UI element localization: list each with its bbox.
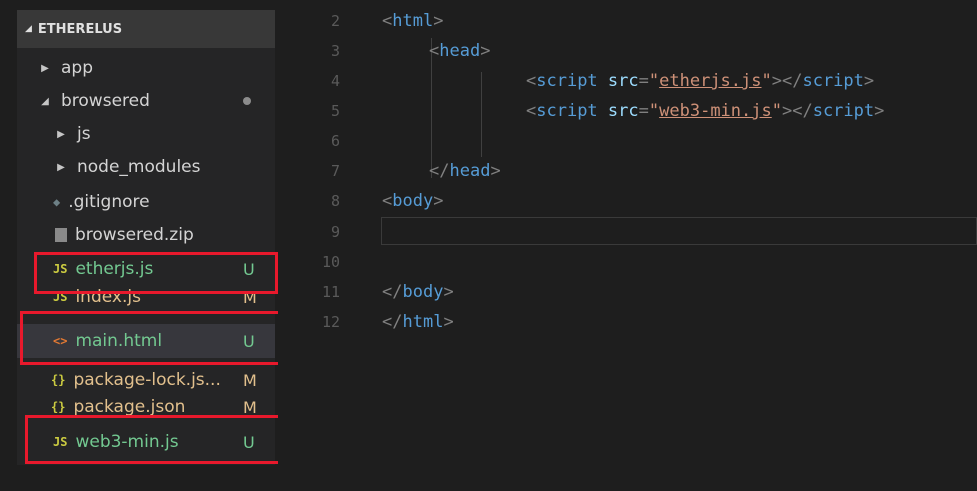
line-number: 10 (321, 253, 340, 271)
zip-icon (55, 228, 67, 242)
tree-item-label: js (77, 124, 91, 144)
code-editor[interactable]: 2 <html> 3 <head> 4 <script src="etherjs… (278, 0, 977, 491)
js-file-icon: JS (53, 435, 68, 449)
line-number: 7 (330, 162, 340, 180)
git-status-badge: U (243, 432, 255, 452)
tree-item-browsered[interactable]: ◢ browsered (17, 84, 275, 118)
code-line[interactable]: 3 <head> (278, 36, 977, 66)
line-number: 4 (330, 72, 340, 90)
html-file-icon: <> (53, 334, 68, 348)
explorer-root-header[interactable]: ◢ ETHERELUS (17, 10, 275, 48)
tree-item-index-js[interactable]: JS index.js M (17, 286, 275, 308)
modified-dot-icon (243, 97, 251, 105)
tree-item-app[interactable]: ▶ app (17, 51, 275, 85)
line-number: 5 (330, 102, 340, 120)
git-icon: ◆ (53, 195, 61, 209)
code-text: <html> (382, 11, 444, 31)
git-status-badge: M (243, 370, 257, 390)
vscode-window: ◢ ETHERELUS ▶ app ◢ browsered ▶ js ▶ nod… (0, 0, 977, 491)
tree-item-label: etherjs.js (75, 259, 154, 279)
tree-item-label: .gitignore (68, 192, 150, 212)
chevron-down-icon: ◢ (41, 95, 49, 107)
tree-item-label: node_modules (77, 157, 201, 177)
tree-item-js[interactable]: ▶ js (17, 117, 275, 151)
git-status-badge: M (243, 397, 257, 417)
code-text: </html> (382, 312, 454, 332)
chevron-right-icon: ▶ (41, 62, 49, 74)
git-status-badge: U (243, 331, 255, 351)
src-link: etherjs.js (659, 71, 762, 91)
explorer-sidebar: ◢ ETHERELUS ▶ app ◢ browsered ▶ js ▶ nod… (17, 10, 275, 465)
chevron-right-icon: ▶ (57, 161, 65, 173)
code-text: <body> (382, 191, 444, 211)
code-line[interactable]: 6 (278, 126, 977, 156)
line-number: 12 (321, 313, 340, 331)
current-line-highlight (381, 217, 977, 245)
code-line[interactable]: 8 <body> (278, 186, 977, 216)
tree-item-label: browsered (61, 91, 150, 111)
line-number: 2 (330, 12, 340, 30)
src-link: web3-min.js (659, 101, 772, 121)
line-number: 9 (330, 223, 340, 241)
tree-item-browsered-zip[interactable]: browsered.zip (17, 218, 275, 252)
tree-item-label: browsered.zip (75, 225, 194, 245)
json-file-icon: {} (51, 400, 66, 414)
code-line[interactable]: 7 </head> (278, 156, 977, 186)
line-number: 3 (330, 42, 340, 60)
git-status-badge: M (243, 287, 257, 307)
tree-item-label: app (61, 58, 93, 78)
tree-item-label: index.js (75, 287, 141, 307)
tree-item-label: web3-min.js (75, 432, 179, 452)
code-line-current[interactable]: 9 (278, 217, 977, 247)
code-text: <script src="web3-min.js"></script> (526, 101, 885, 121)
code-line[interactable]: 5 <script src="web3-min.js"></script> (278, 96, 977, 126)
json-file-icon: {} (51, 373, 66, 387)
js-file-icon: JS (53, 262, 68, 276)
tree-item-gitignore[interactable]: ◆ .gitignore (17, 185, 275, 219)
tree-item-label: package-lock.js... (73, 370, 221, 390)
js-file-icon: JS (53, 290, 68, 304)
code-text: <script src="etherjs.js"></script> (526, 71, 875, 91)
code-line[interactable]: 12 </html> (278, 307, 977, 337)
chevron-right-icon: ▶ (57, 128, 65, 140)
code-text: </head> (429, 161, 501, 181)
tree-item-main-html[interactable]: <> main.html U (17, 324, 275, 358)
code-text: </body> (382, 282, 454, 302)
tree-item-node-modules[interactable]: ▶ node_modules (17, 150, 275, 184)
code-line[interactable]: 10 (278, 247, 977, 277)
tree-item-package-lock[interactable]: {} package-lock.js... M (17, 363, 275, 397)
line-number: 6 (330, 132, 340, 150)
line-number: 8 (330, 192, 340, 210)
chevron-down-icon: ◢ (25, 24, 32, 34)
tree-item-web3-min[interactable]: JS web3-min.js U (17, 425, 275, 459)
code-line[interactable]: 2 <html> (278, 6, 977, 36)
tree-item-etherjs[interactable]: JS etherjs.js U (17, 252, 275, 286)
tree-item-label: package.json (73, 397, 186, 417)
explorer-root-title: ETHERELUS (37, 21, 123, 37)
tree-item-label: main.html (75, 331, 163, 351)
code-line[interactable]: 4 <script src="etherjs.js"></script> (278, 66, 977, 96)
git-status-badge: U (243, 259, 255, 279)
code-line[interactable]: 11 </body> (278, 277, 977, 307)
line-number: 11 (321, 283, 340, 301)
code-text: <head> (429, 41, 491, 61)
tree-item-package-json[interactable]: {} package.json M (17, 397, 275, 417)
